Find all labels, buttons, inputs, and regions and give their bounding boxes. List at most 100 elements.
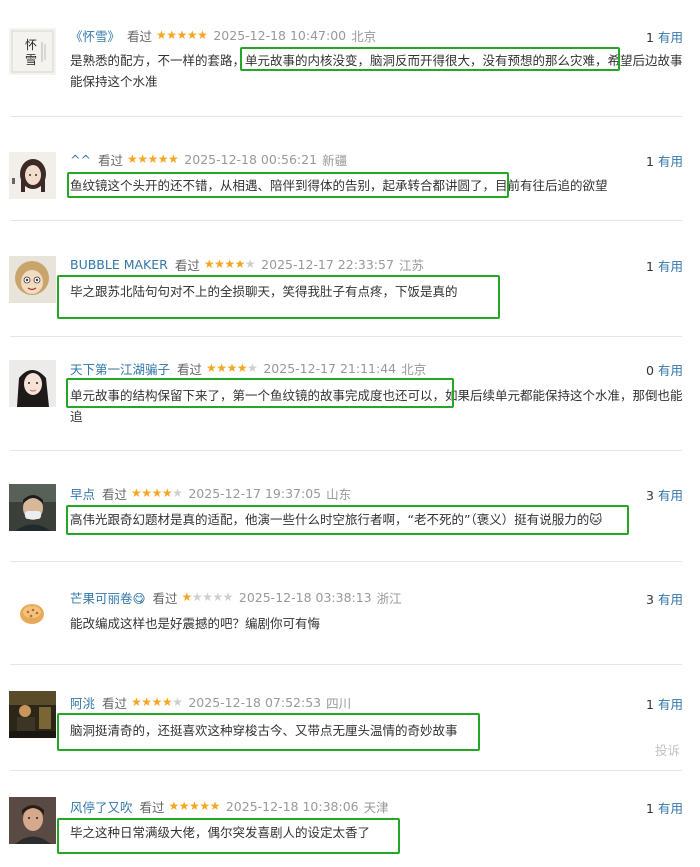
star-filled-icon: ★ bbox=[157, 152, 169, 166]
watched-label: 看过 bbox=[102, 695, 128, 711]
avatar[interactable] bbox=[9, 592, 56, 639]
star-filled-icon: ★ bbox=[209, 799, 221, 813]
username-link[interactable]: 《怀雪》 bbox=[70, 26, 120, 45]
useful-count: 3 bbox=[646, 488, 654, 503]
useful-vote[interactable]: 1 有用 bbox=[646, 151, 683, 170]
useful-count: 1 bbox=[646, 154, 654, 169]
useful-count: 1 bbox=[646, 697, 654, 712]
rating-stars: ★ ★ ★ ★ ★ bbox=[156, 29, 208, 41]
divider bbox=[10, 664, 682, 665]
divider bbox=[10, 561, 682, 562]
star-empty-icon: ★ bbox=[202, 590, 213, 604]
pastry-avatar-icon bbox=[9, 592, 56, 639]
report-link[interactable]: 投诉 bbox=[655, 740, 680, 759]
useful-button[interactable]: 有用 bbox=[658, 259, 683, 274]
username-link[interactable]: 风停了又吹 bbox=[70, 797, 133, 816]
useful-vote[interactable]: 3 有用 bbox=[646, 589, 683, 608]
rating-stars: ★ ★ ★ ★ ★ bbox=[131, 695, 183, 709]
username-link[interactable]: 早点 bbox=[70, 484, 95, 503]
comment-location: 山东 bbox=[326, 486, 352, 502]
comment-location: 天津 bbox=[363, 799, 389, 815]
avatar[interactable] bbox=[9, 691, 56, 738]
rating-stars: ★ ★ ★ ★ ★ bbox=[127, 152, 179, 166]
avatar[interactable] bbox=[9, 360, 56, 407]
divider bbox=[10, 770, 682, 771]
avatar[interactable] bbox=[9, 152, 56, 199]
useful-count: 3 bbox=[646, 592, 654, 607]
star-filled-icon: ★ bbox=[168, 152, 179, 166]
svg-text:雪: 雪 bbox=[25, 53, 37, 67]
svg-text:怀: 怀 bbox=[25, 38, 37, 52]
comment-time: 2025-12-17 19:37:05 bbox=[188, 485, 322, 501]
star-filled-icon: ★ bbox=[151, 486, 163, 500]
useful-vote[interactable]: 1 有用 bbox=[646, 798, 683, 817]
comment-location: 北京 bbox=[401, 361, 427, 377]
avatar[interactable] bbox=[9, 797, 56, 844]
star-filled-icon: ★ bbox=[181, 590, 193, 604]
useful-button[interactable]: 有用 bbox=[658, 592, 683, 607]
star-filled-icon: ★ bbox=[131, 486, 142, 500]
comment-location: 北京 bbox=[351, 28, 377, 44]
watched-label: 看过 bbox=[174, 257, 200, 273]
divider bbox=[10, 220, 682, 221]
divider bbox=[10, 336, 682, 337]
avatar[interactable] bbox=[9, 256, 56, 303]
watched-label: 看过 bbox=[177, 361, 203, 377]
highlight-box bbox=[57, 275, 500, 319]
star-filled-icon: ★ bbox=[226, 361, 238, 375]
username-link[interactable]: ^^ bbox=[70, 152, 91, 167]
comment-location: 浙江 bbox=[376, 590, 402, 606]
cartoon-face-avatar-icon bbox=[9, 256, 56, 303]
divider bbox=[10, 116, 682, 117]
highlight-box bbox=[66, 505, 629, 535]
useful-button[interactable]: 有用 bbox=[658, 363, 683, 378]
masked-man-avatar-icon bbox=[9, 484, 56, 531]
useful-count: 0 bbox=[646, 363, 654, 378]
star-filled-icon: ★ bbox=[236, 361, 248, 375]
comment-time: 2025-12-17 21:11:44 bbox=[263, 360, 397, 376]
divider bbox=[10, 450, 682, 451]
useful-button[interactable]: 有用 bbox=[658, 697, 683, 712]
star-filled-icon: ★ bbox=[189, 799, 200, 813]
avatar[interactable] bbox=[9, 484, 56, 531]
highlight-box bbox=[67, 172, 509, 198]
useful-button[interactable]: 有用 bbox=[658, 30, 683, 45]
useful-vote[interactable]: 1 有用 bbox=[646, 256, 683, 275]
comment-location: 新疆 bbox=[322, 152, 348, 168]
useful-count: 1 bbox=[646, 30, 654, 45]
star-filled-icon: ★ bbox=[141, 486, 152, 500]
watched-label: 看过 bbox=[127, 28, 153, 44]
rating-stars: ★ ★ ★ ★ ★ bbox=[204, 257, 256, 271]
rating-stars: ★ ★ ★ ★ ★ bbox=[181, 590, 234, 604]
star-filled-icon: ★ bbox=[151, 695, 163, 709]
star-filled-icon: ★ bbox=[206, 361, 217, 375]
watched-label: 看过 bbox=[102, 486, 128, 502]
username-link[interactable]: 芒果可丽卷😋 bbox=[70, 588, 146, 607]
girl-portrait-avatar-icon bbox=[9, 360, 56, 407]
username-link[interactable]: 阿洮 bbox=[70, 693, 95, 712]
dark-scene-avatar-icon bbox=[9, 691, 56, 738]
star-empty-icon: ★ bbox=[172, 695, 183, 709]
username-link[interactable]: 天下第一江湖骗子 bbox=[70, 359, 170, 378]
useful-vote[interactable]: 1 有用 bbox=[646, 27, 683, 46]
useful-count: 1 bbox=[646, 801, 654, 816]
useful-vote[interactable]: 3 有用 bbox=[646, 485, 683, 504]
comment-time: 2025-12-18 00:56:21 bbox=[184, 151, 318, 167]
useful-count: 1 bbox=[646, 259, 654, 274]
star-empty-icon: ★ bbox=[222, 590, 234, 604]
username-link[interactable]: BUBBLE MAKER bbox=[70, 257, 168, 272]
useful-vote[interactable]: 1 有用 bbox=[646, 694, 683, 713]
avatar[interactable]: 怀 雪 bbox=[9, 28, 56, 75]
useful-button[interactable]: 有用 bbox=[658, 154, 683, 169]
calligraphy-avatar-icon: 怀 雪 bbox=[9, 28, 56, 75]
comment-location: 四川 bbox=[326, 695, 352, 711]
useful-vote[interactable]: 0 有用 bbox=[646, 360, 683, 379]
highlight-box bbox=[57, 713, 480, 751]
comment-text: 能改编成这样也是好震撼的吧？编剧你可有悔 bbox=[70, 616, 321, 631]
useful-button[interactable]: 有用 bbox=[658, 488, 683, 503]
watched-label: 看过 bbox=[152, 590, 178, 606]
star-filled-icon: ★ bbox=[137, 152, 148, 166]
star-empty-icon: ★ bbox=[191, 590, 203, 604]
useful-button[interactable]: 有用 bbox=[658, 801, 683, 816]
star-filled-icon: ★ bbox=[214, 257, 225, 271]
